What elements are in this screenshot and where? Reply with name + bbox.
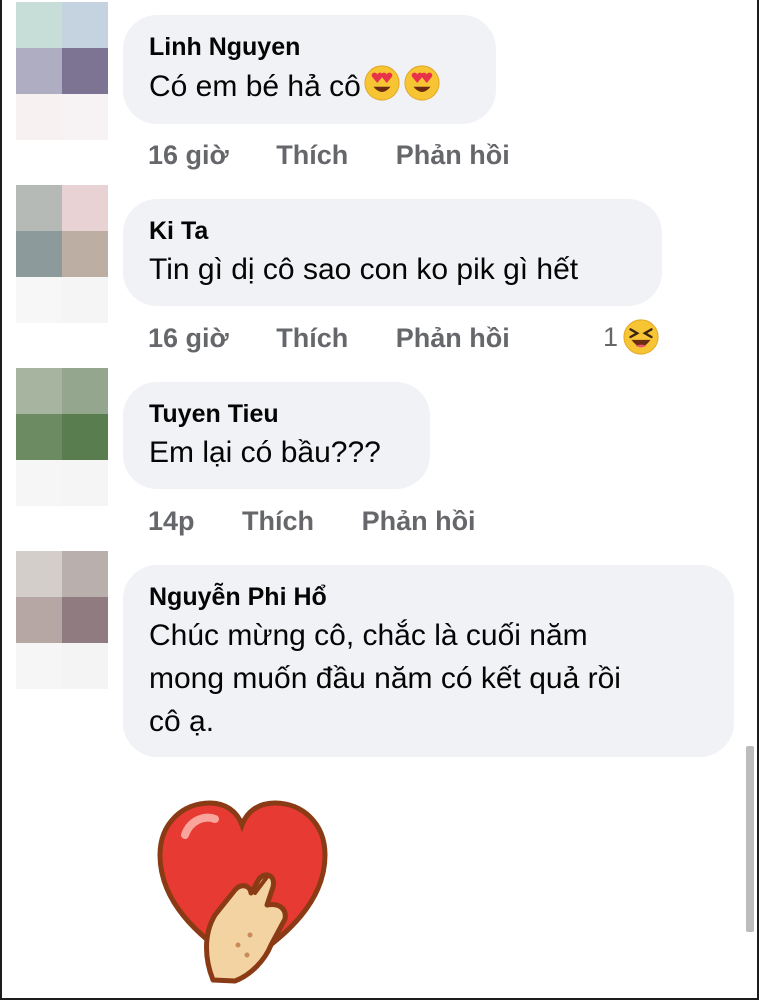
avatar-pixel bbox=[62, 277, 108, 323]
heart-eyes-emoji bbox=[404, 65, 440, 101]
comment-author[interactable]: Tuyen Tieu bbox=[149, 399, 404, 429]
reaction-count: 1 bbox=[603, 322, 619, 352]
avatar-pixel bbox=[62, 460, 108, 506]
reply-button[interactable]: Phản hồi bbox=[362, 505, 476, 537]
comment-text: Em lại có bầu??? bbox=[149, 436, 381, 469]
reply-button[interactable]: Phản hồi bbox=[396, 139, 510, 171]
reply-button[interactable]: Phản hồi bbox=[396, 322, 510, 354]
avatar-pixel bbox=[16, 414, 62, 460]
like-button[interactable]: Thích bbox=[276, 322, 348, 354]
avatar-pixel bbox=[62, 643, 108, 689]
comment-text-line: Chúc mừng cô, chắc là cuối năm bbox=[149, 619, 588, 652]
avatar-pixel bbox=[62, 551, 108, 597]
avatar-pixel bbox=[16, 94, 62, 140]
comment-time[interactable]: 16 giờ bbox=[148, 139, 229, 171]
comment-time[interactable]: 14p bbox=[148, 505, 195, 537]
comment-text: Tin gì dị cô sao con ko pik gì hết bbox=[149, 253, 579, 286]
comment-bubble[interactable]: Linh Nguyen Có em bé hả cô bbox=[123, 15, 496, 124]
comment-actions: 16 giờ Thích Phản hồi bbox=[148, 139, 510, 171]
comment-author[interactable]: Linh Nguyen bbox=[149, 32, 470, 62]
comment-text: Có em bé hả cô bbox=[149, 64, 470, 108]
avatar-pixel bbox=[16, 48, 62, 94]
comment-actions: 14p Thích Phản hồi bbox=[148, 505, 476, 537]
comment-actions: 16 giờ Thích Phản hồi bbox=[148, 322, 510, 354]
avatar-pixel bbox=[62, 231, 108, 277]
comment-text-body: Có em bé hả cô bbox=[149, 70, 361, 103]
avatar-pixel bbox=[62, 2, 108, 48]
comment-author[interactable]: Ki Ta bbox=[149, 216, 636, 246]
reaction-summary[interactable]: 1 bbox=[603, 318, 660, 356]
avatar[interactable] bbox=[16, 2, 108, 140]
scrollbar[interactable] bbox=[746, 746, 754, 932]
avatar[interactable] bbox=[16, 185, 108, 323]
comment-text-line: mong muốn đầu năm có kết quả rồi bbox=[149, 662, 621, 695]
avatar-pixel bbox=[62, 185, 108, 231]
comment-bubble[interactable]: Ki Ta Tin gì dị cô sao con ko pik gì hết bbox=[123, 199, 662, 306]
avatar-pixel bbox=[16, 460, 62, 506]
heart-eyes-emoji bbox=[364, 65, 400, 101]
avatar[interactable] bbox=[16, 368, 108, 506]
comment-bubble[interactable]: Nguyễn Phi Hổ Chúc mừng cô, chắc là cuối… bbox=[123, 565, 734, 757]
avatar-pixel bbox=[16, 368, 62, 414]
avatar-pixel bbox=[62, 368, 108, 414]
comment-bubble[interactable]: Tuyen Tieu Em lại có bầu??? bbox=[123, 382, 430, 489]
avatar-pixel bbox=[16, 2, 62, 48]
comment-author[interactable]: Nguyễn Phi Hổ bbox=[149, 582, 708, 612]
laughing-emoji bbox=[623, 319, 659, 355]
avatar-pixel bbox=[16, 643, 62, 689]
heart-hand-sticker bbox=[157, 800, 328, 984]
avatar-pixel bbox=[62, 414, 108, 460]
avatar-pixel bbox=[16, 597, 62, 643]
like-button[interactable]: Thích bbox=[242, 505, 314, 537]
comment-time[interactable]: 16 giờ bbox=[148, 322, 229, 354]
comment-text-line: cô ạ. bbox=[149, 705, 215, 738]
like-button[interactable]: Thích bbox=[276, 139, 348, 171]
avatar-pixel bbox=[62, 94, 108, 140]
avatar-pixel bbox=[62, 597, 108, 643]
avatar-pixel bbox=[16, 277, 62, 323]
avatar-pixel bbox=[16, 185, 62, 231]
avatar-pixel bbox=[16, 231, 62, 277]
avatar[interactable] bbox=[16, 551, 108, 689]
avatar-pixel bbox=[62, 48, 108, 94]
avatar-pixel bbox=[16, 551, 62, 597]
